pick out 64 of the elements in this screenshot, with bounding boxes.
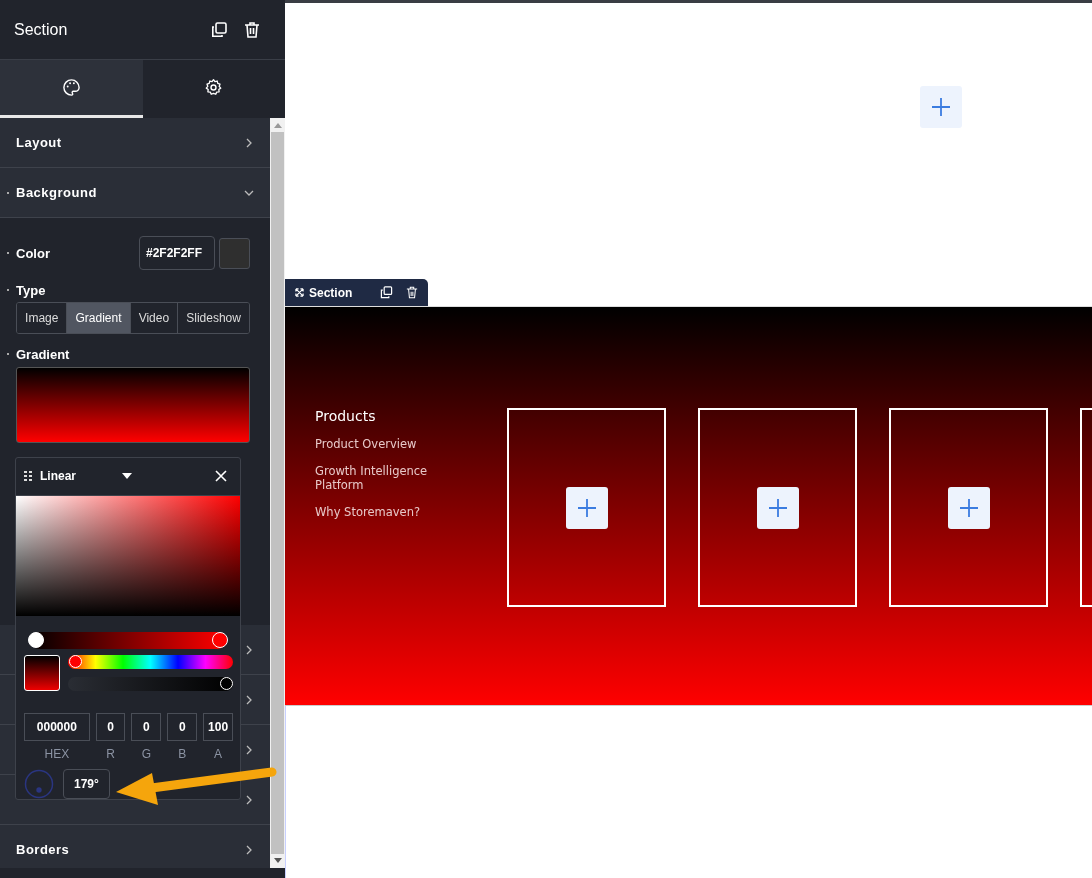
- gradient-stop-handle[interactable]: [28, 632, 44, 649]
- menu-heading: Products: [315, 408, 377, 424]
- section-label-tab[interactable]: Section: [285, 279, 428, 306]
- style-tab[interactable]: [0, 60, 143, 118]
- value-field[interactable]: 000000: [24, 713, 90, 741]
- chevron-right-icon: [244, 137, 254, 148]
- move-icon: [295, 288, 304, 297]
- settings-icon: [204, 78, 224, 97]
- plus-icon: [576, 497, 597, 518]
- field-label: B: [178, 747, 187, 761]
- gradient-label: Gradient: [16, 346, 70, 362]
- alpha-slider[interactable]: [68, 677, 233, 691]
- chevron-right-icon: [244, 844, 254, 855]
- hue-slider[interactable]: [68, 655, 233, 669]
- section-header[interactable]: Layout: [0, 118, 270, 168]
- menu-link[interactable]: Product Overview: [315, 437, 455, 451]
- menu-link[interactable]: Why Storemaven?: [315, 505, 455, 519]
- close-icon[interactable]: [215, 470, 227, 483]
- add-element-button[interactable]: [565, 486, 608, 529]
- scrollbar[interactable]: [270, 118, 285, 868]
- value-field[interactable]: 100: [203, 713, 233, 741]
- section-header[interactable]: Background: [0, 168, 270, 218]
- duplicate-icon[interactable]: [210, 20, 228, 39]
- field-label: A: [214, 747, 223, 761]
- gradient-stop-handle[interactable]: [212, 632, 228, 649]
- field-label: G: [141, 747, 152, 761]
- type-label: Type: [16, 282, 46, 298]
- value-field[interactable]: 0: [131, 713, 162, 741]
- menu-link[interactable]: Growth Intelligence Platform: [315, 464, 455, 492]
- duplicate-icon[interactable]: [380, 286, 393, 299]
- chevron-right-icon: [244, 644, 254, 655]
- value-field[interactable]: 0: [167, 713, 198, 741]
- color-field[interactable]: #2F2F2FF: [139, 236, 215, 270]
- chevron-right-icon: [244, 694, 254, 705]
- plus-icon: [958, 497, 979, 518]
- chevron-right-icon: [244, 794, 254, 805]
- plus-icon: [931, 97, 951, 117]
- chevron-right-icon: [244, 744, 254, 755]
- gradient-mode-dropdown[interactable]: Linear: [40, 469, 114, 484]
- delete-icon[interactable]: [406, 286, 418, 299]
- section-header[interactable]: Borders: [0, 825, 270, 868]
- type-option[interactable]: Slideshow: [177, 303, 249, 333]
- hue-handle[interactable]: [69, 655, 82, 668]
- delete-icon[interactable]: [243, 20, 261, 39]
- field-label: HEX: [44, 747, 70, 761]
- add-element-button[interactable]: [756, 486, 799, 529]
- color-preview: [24, 655, 60, 691]
- scroll-down-icon[interactable]: [273, 858, 282, 864]
- gradient-preview[interactable]: [16, 367, 250, 443]
- drag-handle-icon[interactable]: [24, 471, 32, 482]
- type-option[interactable]: Gradient: [66, 303, 130, 333]
- angle-field[interactable]: 179°: [63, 769, 110, 799]
- color-label: Color: [16, 245, 51, 261]
- plus-icon: [767, 497, 788, 518]
- gradient-stop-track[interactable]: [30, 632, 226, 649]
- field-label: R: [106, 747, 115, 761]
- caret-icon[interactable]: [122, 473, 132, 480]
- add-element-button[interactable]: [947, 486, 990, 529]
- saturation-field[interactable]: [16, 495, 240, 617]
- value-field[interactable]: 0: [95, 713, 126, 741]
- color-swatch[interactable]: [219, 237, 250, 269]
- alpha-handle[interactable]: [220, 677, 233, 690]
- palette-icon: [61, 78, 81, 97]
- panel-title: Section: [14, 20, 69, 39]
